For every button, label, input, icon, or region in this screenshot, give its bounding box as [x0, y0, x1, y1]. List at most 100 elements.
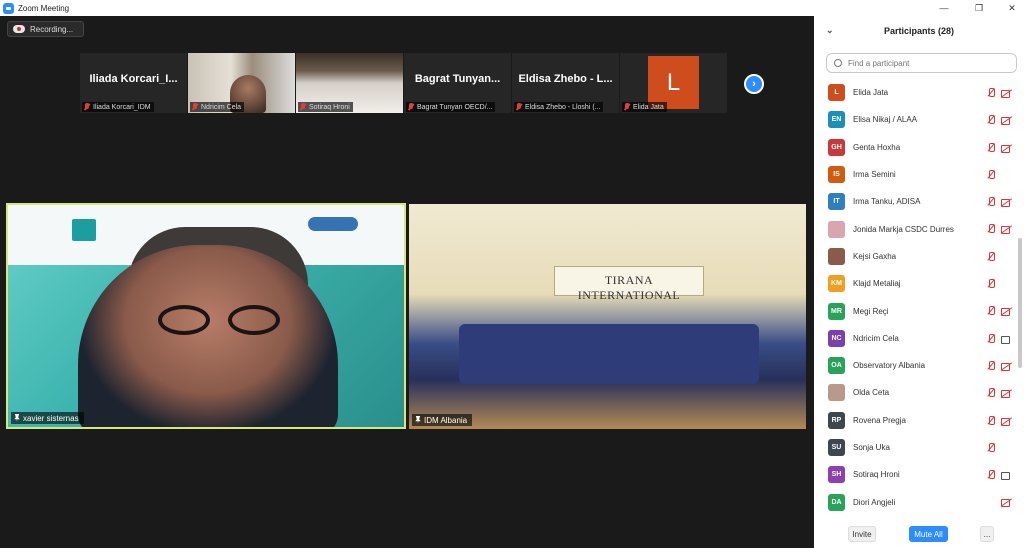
thumbnail-tile[interactable]: Bagrat Tunyan... Bagrat Tunyan OECD/... [404, 53, 511, 113]
participant-name: Klajd Metaliaj [853, 279, 901, 289]
participant-name: Sonja Uka [853, 443, 890, 452]
participant-row[interactable]: IT Irma Tanku, ADISA [814, 188, 1016, 215]
thumbnail-tile[interactable]: Eldisa Zhebo - L... Eldisa Zhebo - Llosh… [512, 53, 619, 113]
mic-muted-icon[interactable] [987, 115, 995, 125]
hotel-sign: TIRANA INTERNATIONAL [554, 266, 704, 302]
pin-icon [14, 414, 20, 422]
participant-video [158, 305, 288, 335]
window-titlebar: Zoom Meeting — ❐ ✕ [0, 0, 1024, 16]
search-input[interactable] [848, 58, 1008, 68]
mic-muted-icon[interactable] [987, 415, 995, 426]
participant-name: Rovena Pregja [853, 415, 906, 425]
mic-muted-icon[interactable] [987, 470, 995, 480]
mic-muted-icon [516, 103, 522, 111]
mic-muted-icon[interactable] [987, 251, 995, 262]
participant-avatar: NC [828, 329, 845, 347]
participant-row[interactable]: KM Klajd Metaliaj [814, 270, 1016, 297]
pin-icon [415, 416, 421, 424]
video-off-icon[interactable] [1001, 498, 1012, 508]
participant-name: Ndricim Cela [853, 333, 899, 343]
thumbnail-tile[interactable]: Sotiraq Hroni [296, 53, 403, 113]
close-button[interactable]: ✕ [1002, 0, 1022, 16]
participant-avatar: OA [828, 357, 845, 375]
participant-row[interactable]: Kejsi Gaxha [814, 243, 1016, 270]
mic-muted-icon[interactable] [987, 333, 995, 344]
active-speaker-video[interactable]: xavier sisternas [6, 203, 406, 429]
participant-row[interactable]: RP Rovena Pregja [814, 407, 1016, 434]
mic-muted-icon[interactable] [987, 279, 995, 289]
maximize-button[interactable]: ❐ [969, 0, 989, 16]
participant-row[interactable]: DA Diori Angjeli [814, 488, 1016, 515]
video-name-label: IDM Albania [412, 414, 473, 426]
more-options-button[interactable]: ... [980, 526, 994, 542]
video-off-icon[interactable] [1001, 225, 1012, 235]
mic-muted-icon[interactable] [987, 224, 995, 234]
panel-header: ⌄ Participants (28) [814, 16, 1024, 46]
participant-avatar [828, 384, 845, 402]
participant-name: Irma Semini [853, 170, 896, 180]
oecd-logo-icon [308, 217, 358, 231]
video-off-icon[interactable] [1001, 144, 1012, 153]
collapse-chevron-icon[interactable]: ⌄ [826, 25, 834, 36]
video-off-icon[interactable] [1001, 362, 1012, 371]
video-camera-icon[interactable] [1001, 471, 1012, 481]
mic-muted-icon [192, 103, 198, 111]
thumbnail-tile[interactable]: Iliada Korcari_I... Iliada Korcari_IDM [80, 53, 187, 113]
zoom-logo-icon [3, 2, 14, 14]
mic-muted-icon[interactable] [987, 388, 995, 398]
participant-name: Jonida Markja CSDC Durres [853, 224, 954, 234]
thumbnail-label: Ndricim Cela [190, 102, 245, 112]
thumbnail-label: Elida Jata [622, 102, 667, 112]
video-off-icon[interactable] [1001, 116, 1012, 126]
cloud-recording-icon [13, 25, 25, 33]
mic-muted-icon[interactable] [987, 306, 995, 316]
thumbnail-tile[interactable]: L Elida Jata [620, 53, 727, 113]
participant-avatar: IS [828, 166, 845, 184]
mic-muted-icon[interactable] [987, 197, 995, 207]
participant-row[interactable]: NC Ndricim Cela [814, 325, 1016, 352]
participant-row[interactable]: GH Genta Hoxha [814, 134, 1016, 161]
mic-muted-icon[interactable] [987, 169, 995, 180]
panel-scrollbar[interactable] [1018, 238, 1022, 368]
participant-avatar: DA [828, 493, 845, 511]
video-off-icon[interactable] [1001, 198, 1012, 208]
participant-row[interactable]: IS Irma Semini [814, 161, 1016, 188]
video-camera-icon[interactable] [1001, 335, 1012, 344]
participant-avatar: IT [828, 193, 845, 211]
video-off-icon[interactable] [1001, 417, 1012, 426]
participant-avatar: KM [828, 275, 845, 293]
participant-name: Diori Angjeli [853, 497, 896, 507]
participant-row[interactable]: SU Sonja Uka [814, 434, 1016, 461]
participant-row[interactable]: Olda Ceta [814, 379, 1016, 406]
thumbnail-display-name: Bagrat Tunyan... [414, 73, 501, 85]
participant-row[interactable]: EN Elisa Nikaj / ALAA [814, 106, 1016, 133]
search-icon [834, 59, 842, 67]
video-off-icon[interactable] [1001, 389, 1012, 399]
recording-indicator[interactable]: Recording... [7, 21, 85, 37]
participant-row[interactable]: Jonida Markja CSDC Durres [814, 215, 1016, 242]
participant-row[interactable]: L Elida Jata [814, 79, 1016, 106]
participant-row[interactable]: MR Megi Reçi [814, 297, 1016, 324]
participant-row[interactable]: SH Sotiraq Hroni [814, 461, 1016, 488]
participants-panel: ⌄ Participants (28) L Elida Jata EN Elisa N… [814, 16, 1024, 548]
mute-all-button[interactable]: Mute All [909, 526, 948, 542]
sigma-logo-icon [72, 219, 96, 241]
participant-avatar [828, 220, 845, 238]
mic-muted-icon[interactable] [987, 442, 995, 453]
mic-muted-icon[interactable] [987, 360, 995, 371]
participant-name: Kejsi Gaxha [853, 251, 897, 261]
video-off-icon[interactable] [1001, 89, 1012, 98]
participant-avatar: L [828, 84, 845, 102]
next-page-button[interactable]: › [744, 74, 764, 94]
participant-list: L Elida Jata EN Elisa Nikaj / ALAA GH Genta H… [814, 79, 1016, 516]
participant-search[interactable] [826, 53, 1017, 73]
participant-row[interactable]: OA Observatory Albania [814, 352, 1016, 379]
minimize-button[interactable]: — [934, 0, 954, 16]
mic-muted-icon[interactable] [987, 142, 995, 153]
mic-muted-icon[interactable] [987, 88, 995, 98]
thumbnail-label: Bagrat Tunyan OECD/... [406, 102, 496, 112]
thumbnail-tile[interactable]: Ndricim Cela [188, 53, 295, 113]
video-off-icon[interactable] [1001, 307, 1012, 317]
room-video[interactable]: TIRANA INTERNATIONAL IDM Albania [409, 204, 806, 429]
invite-button[interactable]: Invite [848, 526, 876, 542]
